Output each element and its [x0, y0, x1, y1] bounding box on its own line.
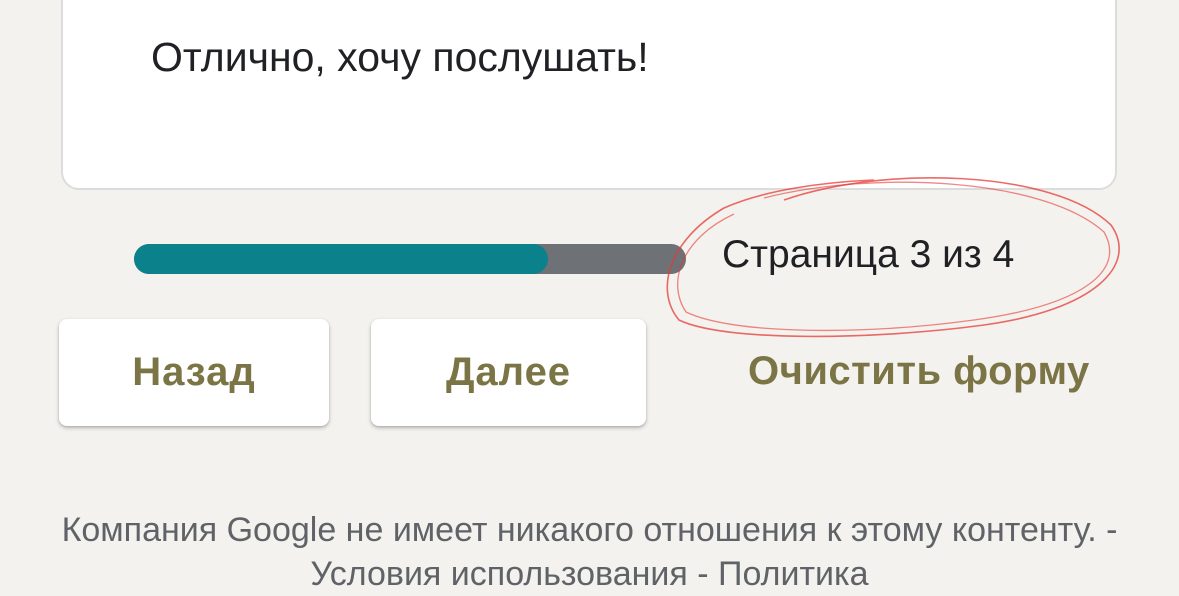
footer-separator: - — [697, 555, 709, 593]
red-circle-annotation — [666, 177, 1120, 338]
footer-disclaimer: Компания Google не имеет никакого отноше… — [61, 511, 1097, 549]
next-button[interactable]: Далее — [371, 319, 646, 426]
terms-link[interactable]: Условия использования — [310, 555, 687, 593]
privacy-link[interactable]: Политика — [718, 555, 869, 593]
clear-form-button[interactable]: Очистить форму — [748, 349, 1090, 394]
progress-bar-fill — [134, 244, 548, 274]
back-button[interactable]: Назад — [59, 319, 329, 426]
question-card: Отлично, хочу послушать! — [61, 0, 1117, 190]
progress-bar — [134, 244, 686, 274]
radio-option-label[interactable]: Отлично, хочу послушать! — [151, 34, 649, 81]
footer: Компания Google не имеет никакого отноше… — [60, 508, 1119, 596]
footer-separator: - — [1106, 511, 1118, 549]
